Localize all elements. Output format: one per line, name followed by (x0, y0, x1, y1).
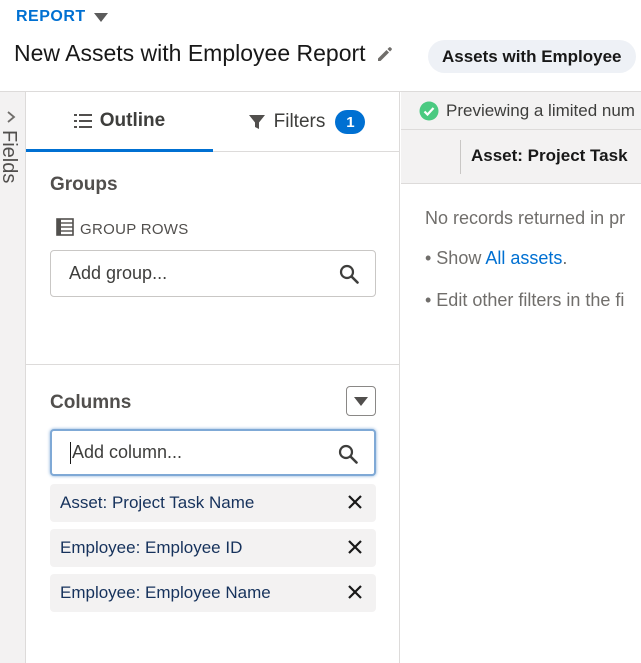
section-divider (26, 364, 400, 365)
all-assets-link[interactable]: All assets (485, 248, 562, 268)
text-cursor (70, 441, 71, 464)
fields-rail-label: Fields (0, 130, 20, 184)
add-group-input[interactable]: Add group... (50, 250, 376, 297)
close-icon[interactable] (346, 583, 364, 606)
column-item[interactable]: Employee: Employee ID (50, 529, 376, 567)
column-item-label: Employee: Employee ID (60, 538, 243, 557)
column-item-label: Asset: Project Task Name (60, 493, 255, 512)
columns-menu-button[interactable] (346, 386, 376, 416)
close-icon[interactable] (346, 493, 364, 516)
empty-message: No records returned in pr (425, 208, 626, 228)
show-prefix: • Show (425, 248, 486, 268)
outline-panel: Outline Filters 1 Groups GROUP ROWS Add … (26, 92, 400, 663)
check-circle-icon (419, 101, 439, 121)
column-item[interactable]: Employee: Employee Name (50, 574, 376, 612)
tab-filters-label: Filters (273, 111, 326, 132)
tab-filters[interactable]: Filters 1 (213, 92, 400, 152)
pencil-icon[interactable] (376, 45, 394, 63)
filters-count-badge: 1 (335, 110, 366, 134)
tab-outline-label: Outline (99, 109, 166, 131)
column-separator (460, 140, 461, 174)
search-icon (338, 444, 358, 469)
group-rows-label: GROUP ROWS (80, 220, 189, 238)
show-suffix: . (562, 248, 568, 268)
columns-title: Columns (50, 392, 132, 413)
edit-filters-line: • Edit other filters in the fi (425, 290, 625, 310)
show-all-line: • Show All assets. (425, 248, 567, 269)
tab-outline[interactable]: Outline (26, 92, 213, 152)
report-label: REPORT (16, 8, 86, 25)
table-icon (56, 218, 74, 240)
fields-rail[interactable]: Fields (0, 92, 26, 663)
preview-status-bar: Previewing a limited num (401, 92, 641, 130)
report-header: REPORT New Assets with Employee Report A… (0, 0, 641, 92)
column-item[interactable]: Asset: Project Task Name (50, 484, 376, 522)
preview-column-header[interactable]: Asset: Project Task (471, 146, 628, 166)
add-group-placeholder: Add group... (69, 263, 168, 283)
search-icon (339, 264, 359, 289)
report-type-menu[interactable]: REPORT (16, 8, 108, 26)
preview-panel: Previewing a limited num Asset: Project … (401, 92, 641, 663)
group-rows-toggle[interactable]: GROUP ROWS (56, 218, 189, 240)
preview-column-header-row: Asset: Project Task (401, 130, 641, 184)
filter-icon (248, 113, 266, 131)
close-icon[interactable] (346, 538, 364, 561)
panel-tabs: Outline Filters 1 (26, 92, 400, 152)
caret-down-icon (93, 12, 108, 22)
page-title: New Assets with Employee Report (14, 40, 366, 66)
column-item-label: Employee: Employee Name (60, 583, 271, 602)
chevron-down-icon (354, 396, 368, 406)
report-type-pill: Assets with Employee (428, 40, 636, 73)
title-row: New Assets with Employee Report (14, 40, 394, 67)
add-column-placeholder: Add column... (72, 442, 183, 462)
preview-status-text: Previewing a limited num (446, 100, 635, 120)
add-column-input[interactable]: Add column... (50, 429, 376, 476)
list-icon (73, 113, 92, 129)
groups-title: Groups (50, 174, 118, 195)
chevron-right-icon (4, 110, 18, 129)
